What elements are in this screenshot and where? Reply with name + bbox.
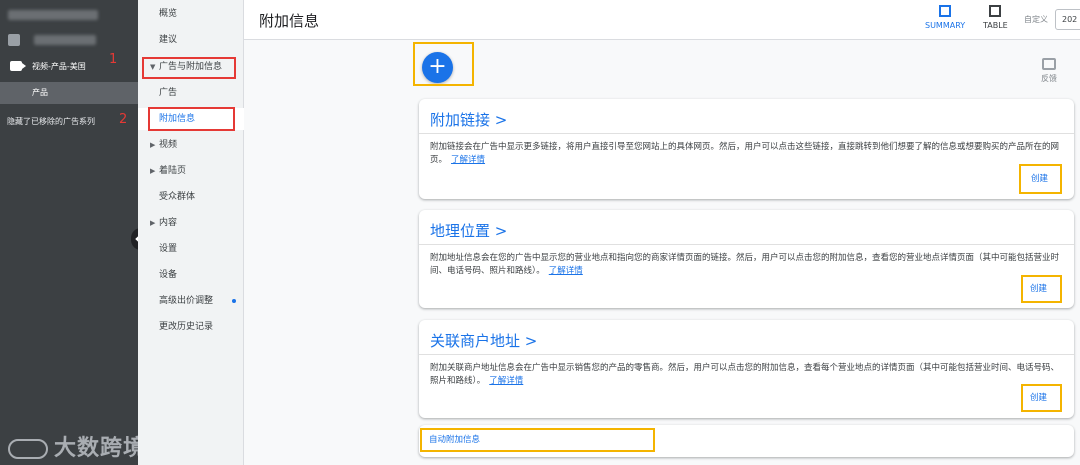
account-panel: 视频-产品-美国 产品 隐藏了已移除的广告系列 (0, 0, 138, 465)
table-icon (989, 5, 1002, 17)
highlight-ads-extensions (142, 57, 236, 79)
nav-change-history[interactable]: 更改历史记录 (138, 316, 244, 338)
new-indicator-dot (232, 299, 236, 303)
ad-group-item[interactable]: 产品 (0, 82, 138, 104)
card-title[interactable]: 关联商户地址 > (430, 330, 537, 351)
highlight-add-button (413, 42, 474, 86)
step-number-2: 2 (119, 112, 128, 127)
card-description: 附加关联商户地址信息会在广告中显示销售您的产品的零售商。然后，用户可以点击您的附… (430, 362, 1065, 388)
card-title[interactable]: 附加链接 > (430, 109, 507, 130)
card-divider (419, 133, 1074, 134)
watermark-logo-icon (8, 439, 48, 459)
nav-overview[interactable]: 概览 (138, 3, 244, 25)
card-desc-text: 附加链接会在广告中显示更多链接，将用户直接引导至您网站上的具体网页。然后，用户可… (430, 142, 1060, 165)
nav-label: 设置 (159, 244, 178, 254)
nav-label: 高级出价调整 (159, 296, 214, 306)
card-description: 附加链接会在广告中显示更多链接，将用户直接引导至您网站上的具体网页。然后，用户可… (430, 141, 1065, 167)
highlight-auto-extensions (420, 428, 655, 452)
caret-right-icon: ▶ (150, 219, 156, 227)
nav-videos[interactable]: ▶ 视频 (138, 134, 244, 156)
search-row[interactable] (8, 32, 146, 48)
account-name-blurred (8, 10, 146, 23)
nav-label: 着陆页 (159, 166, 187, 176)
video-campaign-icon (10, 61, 26, 71)
hidden-campaigns-text: 隐藏了已移除的广告系列 (7, 117, 95, 126)
ad-group-name: 产品 (32, 88, 48, 97)
sitelink-card: 附加链接 > 附加链接会在广告中显示更多链接，将用户直接引导至您网站上的具体网页… (419, 99, 1074, 199)
nav-devices[interactable]: 设备 (138, 264, 244, 286)
caret-right-icon: ▶ (150, 141, 156, 149)
learn-more-link[interactable]: 了解详情 (489, 376, 523, 386)
campaign-item[interactable]: 视频-产品-美国 (0, 58, 138, 76)
summary-label: SUMMARY (925, 21, 966, 30)
feedback-button[interactable]: 反馈 (1041, 58, 1057, 84)
table-view-button[interactable]: TABLE (983, 5, 1008, 30)
card-divider (419, 244, 1074, 245)
card-desc-text: 附加地址信息会在您的广告中显示您的营业地点和指向您的商家详情页面的链接。然后，用… (430, 253, 1060, 276)
card-desc-text: 附加关联商户地址信息会在广告中显示销售您的产品的零售商。然后，用户可以点击您的附… (430, 363, 1060, 386)
nav-label: 概览 (159, 9, 178, 19)
nav-ads[interactable]: 广告 (138, 82, 244, 104)
nav-label: 建议 (159, 35, 178, 45)
nav-label: 内容 (159, 218, 178, 228)
nav-label: 广告 (159, 88, 178, 98)
step-number-1: 1 (109, 52, 118, 67)
nav-label: 更改历史记录 (159, 322, 214, 332)
location-card: 地理位置 > 附加地址信息会在您的广告中显示您的营业地点和指向您的商家详情页面的… (419, 210, 1074, 308)
search-icon[interactable] (8, 34, 20, 46)
table-label: TABLE (983, 21, 1008, 30)
highlight-extensions (148, 107, 235, 131)
page-title: 附加信息 (259, 12, 320, 30)
date-range-value: 202 (1062, 15, 1078, 24)
feedback-label: 反馈 (1041, 74, 1057, 83)
nav-label: 受众群体 (159, 192, 196, 202)
feedback-icon (1042, 58, 1056, 70)
summary-icon (939, 5, 952, 17)
nav-audiences[interactable]: 受众群体 (138, 186, 244, 208)
affiliate-location-card: 关联商户地址 > 附加关联商户地址信息会在广告中显示销售您的产品的零售商。然后，… (419, 320, 1074, 418)
date-range-label: 自定义 (1024, 15, 1048, 24)
watermark: 大数跨境 (8, 430, 146, 462)
summary-view-button[interactable]: SUMMARY (925, 5, 965, 30)
watermark-text: 大数跨境 (54, 436, 147, 461)
card-divider (419, 354, 1074, 355)
nav-landing-pages[interactable]: ▶ 着陆页 (138, 160, 244, 182)
nav-settings[interactable]: 设置 (138, 238, 244, 260)
learn-more-link[interactable]: 了解详情 (549, 266, 583, 276)
nav-bid-adjustments[interactable]: 高级出价调整 (138, 290, 244, 312)
highlight-create-2 (1021, 275, 1062, 303)
card-description: 附加地址信息会在您的广告中显示您的营业地点和指向您的商家详情页面的链接。然后，用… (430, 252, 1065, 278)
highlight-create-3 (1021, 384, 1062, 412)
highlight-create-1 (1019, 164, 1062, 194)
nav-content[interactable]: ▶ 内容 (138, 212, 244, 234)
date-range-picker[interactable]: 202 (1055, 9, 1080, 30)
main-content: 附加信息 SUMMARY TABLE 自定义 202 + 反馈 附加链接 > 附… (244, 0, 1080, 465)
nav-label: 视频 (159, 140, 178, 150)
nav-label: 设备 (159, 270, 178, 280)
nav-recommendations[interactable]: 建议 (138, 29, 244, 51)
page-header: 附加信息 SUMMARY TABLE 自定义 202 (244, 0, 1080, 40)
card-title[interactable]: 地理位置 > (430, 220, 507, 241)
caret-right-icon: ▶ (150, 167, 156, 175)
learn-more-link[interactable]: 了解详情 (451, 155, 485, 165)
campaign-name: 视频-产品-美国 (32, 62, 86, 71)
